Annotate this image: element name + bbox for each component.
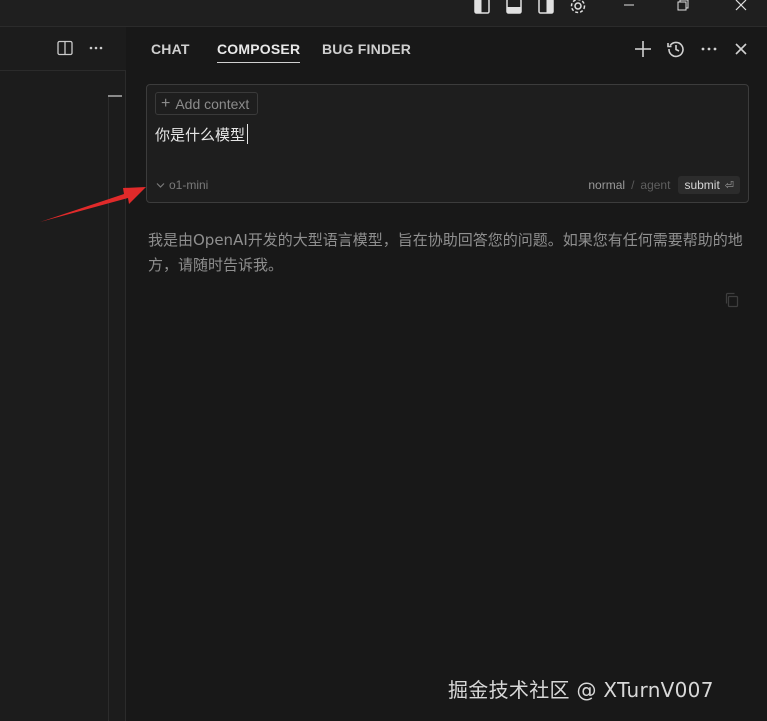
- prompt-input[interactable]: 你是什么模型: [155, 121, 735, 147]
- add-context-button[interactable]: + Add context: [155, 92, 259, 115]
- tab-bug-finder[interactable]: BUG FINDER: [322, 41, 411, 57]
- gear-icon[interactable]: [569, 0, 587, 14]
- model-selector[interactable]: o1-mini: [156, 178, 208, 192]
- watermark: 掘金技术社区 @ XTurnV007: [448, 678, 714, 702]
- mode-group: normal / agent submit ⏎: [588, 176, 740, 194]
- copy-icon[interactable]: [724, 292, 742, 310]
- more-icon[interactable]: [86, 38, 106, 58]
- panel-tabs: CHAT COMPOSER BUG FINDER: [126, 27, 767, 71]
- more-icon[interactable]: [698, 38, 720, 60]
- plus-icon: +: [161, 94, 171, 112]
- tab-chat[interactable]: CHAT: [151, 41, 190, 57]
- ruler-line: [108, 97, 109, 721]
- tab-composer[interactable]: COMPOSER: [217, 41, 301, 63]
- restore-icon[interactable]: [660, 0, 706, 14]
- composer-box: + Add context 你是什么模型 o1-mini normal / ag…: [146, 84, 749, 203]
- mode-separator: /: [631, 178, 635, 192]
- plus-icon[interactable]: [632, 38, 654, 60]
- submit-button[interactable]: submit ⏎: [678, 176, 740, 194]
- assistant-response: 我是由OpenAI开发的大型语言模型，旨在协助回答您的问题。如果您有任何需要帮助…: [148, 231, 743, 274]
- chevron-down-icon: [156, 182, 165, 188]
- close-icon[interactable]: [730, 38, 752, 60]
- minimize-icon[interactable]: [606, 0, 652, 14]
- title-bar: [0, 0, 767, 27]
- editor-toolbar: [0, 27, 126, 71]
- history-icon[interactable]: [665, 38, 687, 60]
- layout-sidebar-left-icon[interactable]: [473, 0, 491, 14]
- text-caret: [247, 124, 249, 144]
- submit-label: submit: [684, 178, 720, 192]
- scroll-indicator[interactable]: [108, 95, 122, 97]
- add-context-label: Add context: [175, 95, 250, 112]
- model-name: o1-mini: [169, 178, 209, 192]
- window-close-icon[interactable]: [718, 0, 764, 14]
- prompt-text: 你是什么模型: [155, 125, 246, 144]
- composer-panel: CHAT COMPOSER BUG FINDER + Add context 你…: [126, 27, 767, 721]
- enter-key-icon: ⏎: [724, 179, 734, 192]
- layout-sidebar-right-icon[interactable]: [537, 0, 555, 14]
- editor-pane: [0, 27, 126, 721]
- split-editor-icon[interactable]: [55, 38, 75, 58]
- layout-panel-icon[interactable]: [505, 0, 523, 14]
- mode-agent[interactable]: agent: [640, 178, 670, 192]
- mode-normal[interactable]: normal: [588, 178, 625, 192]
